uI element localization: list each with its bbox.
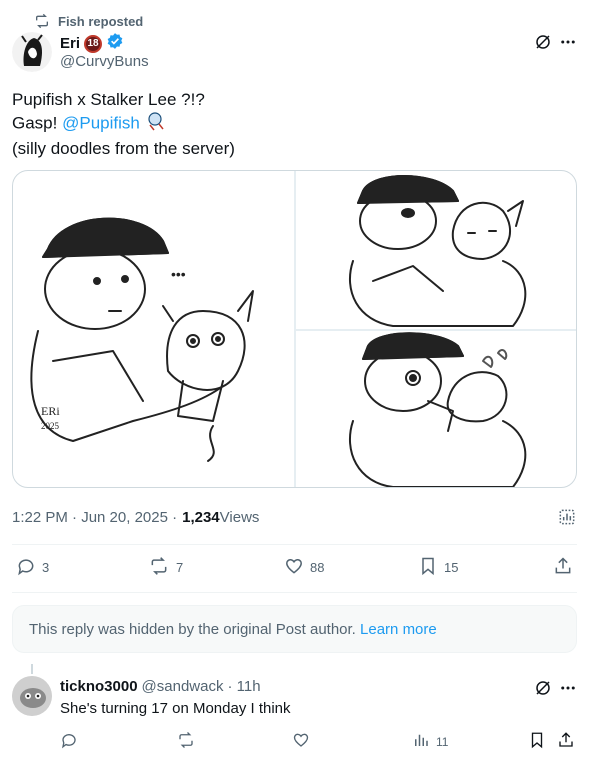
reply-grok-icon[interactable] — [534, 679, 552, 697]
post-text-prefix: Gasp! — [12, 113, 63, 133]
signature-eri: ERi — [41, 404, 60, 418]
bookmark-count: 15 — [444, 560, 459, 575]
reply-heart-icon — [292, 731, 310, 752]
views-icon — [412, 731, 430, 752]
reply-author-handle[interactable]: @sandwack — [142, 678, 224, 695]
bookmark-icon — [418, 556, 438, 579]
heart-icon — [284, 556, 304, 579]
repost-label: Fish reposted — [58, 13, 144, 29]
divider-top — [12, 544, 577, 545]
author-name[interactable]: Eri — [60, 35, 80, 52]
reply-share-icon — [557, 731, 575, 752]
reply-repost-button[interactable] — [176, 731, 196, 752]
mention-link[interactable]: @Pupifish — [62, 113, 140, 132]
reply-avatar[interactable] — [12, 676, 52, 716]
post-timestamp[interactable]: 1:22 PM · Jun 20, 2025 · — [12, 509, 177, 526]
post-text-line-3: (silly doodles from the server) — [12, 139, 235, 158]
learn-more-link[interactable]: Learn more — [360, 621, 437, 638]
reply-repost-icon — [176, 731, 196, 752]
hidden-reply-notice: This reply was hidden by the original Po… — [12, 605, 577, 653]
repost-count: 7 — [176, 560, 184, 575]
reply-reply-icon — [60, 731, 78, 752]
reply-text: She's turning 17 on Monday I think — [60, 700, 291, 717]
grok-icon[interactable] — [534, 33, 552, 51]
reply-like-button[interactable] — [292, 731, 310, 752]
age-badge-icon: 18 — [84, 34, 103, 53]
hidden-reply-text: This reply was hidden by the original Po… — [29, 620, 356, 638]
bookmark-button[interactable]: 15 — [418, 556, 458, 579]
reply-bookmark-icon — [528, 731, 546, 752]
repost-action-icon — [148, 556, 170, 579]
reply-icon — [16, 556, 36, 579]
reply-bookmark-button[interactable] — [528, 731, 546, 752]
reply-reply-button[interactable] — [60, 731, 78, 752]
reply-views-count: 11 — [436, 734, 449, 749]
reply-author-name[interactable]: tickno3000 — [60, 678, 138, 695]
reply-button[interactable]: 3 — [16, 556, 49, 579]
share-button[interactable] — [553, 556, 573, 579]
post-text-line-2: Gasp! @Pupifish — [12, 111, 235, 137]
signature-year: 2025 — [41, 421, 60, 431]
post-actions: 3 7 88 15 — [12, 556, 577, 580]
verified-icon — [106, 32, 124, 55]
more-options-icon[interactable] — [558, 33, 578, 51]
post-media[interactable]: ••• ERi 2025 — [12, 170, 577, 488]
share-icon — [553, 556, 573, 579]
fish-emoji-icon — [145, 111, 167, 137]
reply-age[interactable]: · 11h — [227, 678, 260, 695]
author-name-row[interactable]: Eri 18 — [60, 32, 124, 55]
reply-more-options-icon[interactable] — [558, 679, 578, 697]
repost-button[interactable]: 7 — [148, 556, 183, 579]
repost-header[interactable]: Fish reposted — [34, 12, 143, 30]
author-avatar[interactable] — [12, 32, 52, 72]
media-illustration: ••• ERi 2025 — [30, 171, 576, 487]
views-label: Views — [219, 509, 260, 526]
author-handle[interactable]: @CurvyBuns — [60, 53, 149, 70]
post-text: Pupifish x Stalker Lee ?!? Gasp! @Pupifi… — [12, 88, 235, 160]
reply-actions: 11 — [60, 731, 580, 753]
repost-icon — [34, 13, 50, 29]
post-text-line-1: Pupifish x Stalker Lee ?!? — [12, 90, 205, 109]
svg-text:•••: ••• — [171, 266, 186, 282]
views-count: 1,234 — [182, 509, 220, 526]
reply-views-button[interactable]: 11 — [412, 731, 448, 752]
thread-line — [31, 664, 33, 674]
analytics-icon[interactable] — [557, 507, 577, 527]
like-button[interactable]: 88 — [284, 556, 324, 579]
post-meta: 1:22 PM · Jun 20, 2025 · 1,234 Views — [12, 509, 259, 526]
divider-bottom — [12, 592, 577, 593]
reply-header: tickno3000 @sandwack · 11h — [60, 678, 261, 695]
like-count: 88 — [310, 560, 325, 575]
reply-share-button[interactable] — [557, 731, 575, 752]
reply-count: 3 — [42, 560, 50, 575]
